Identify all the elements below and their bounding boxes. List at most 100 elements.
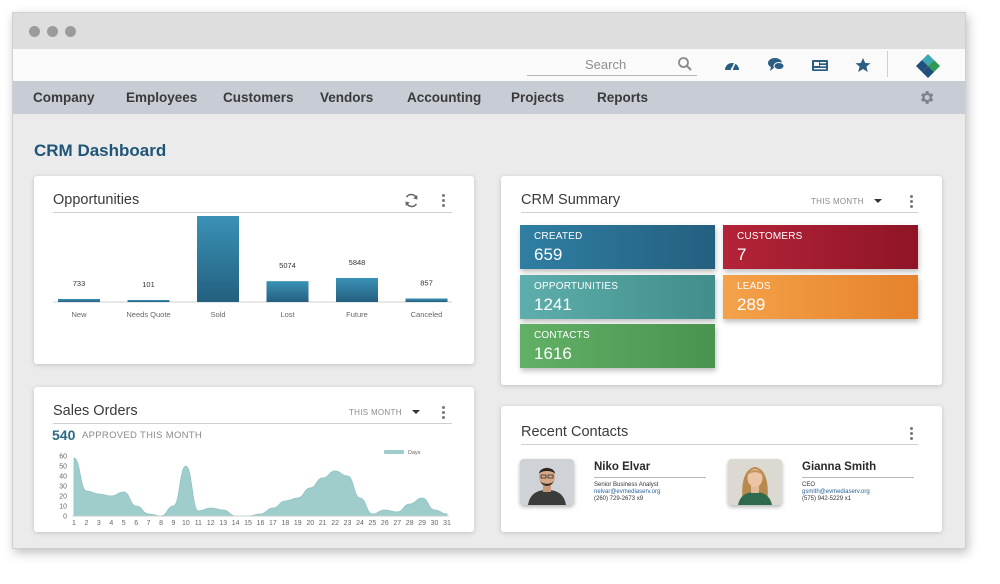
- x-tick-label: 21: [319, 520, 327, 527]
- crm-summary-period-label: THIS MONTH: [811, 197, 864, 206]
- title-bar: [13, 13, 965, 49]
- summary-tile-value: 289: [737, 295, 766, 314]
- nav-customers[interactable]: Customers: [223, 90, 294, 105]
- summary-tile-contacts[interactable]: CONTACTS 1616: [520, 324, 715, 368]
- x-tick-label: 2: [84, 520, 88, 527]
- opportunities-divider: [53, 212, 452, 213]
- bar-value-label: 5074: [279, 261, 296, 270]
- chart-bar[interactable]: [197, 216, 239, 302]
- main-nav: Company Employees Customers Vendors Acco…: [13, 81, 965, 114]
- chart-bar[interactable]: [266, 281, 309, 302]
- search-icon[interactable]: [677, 56, 693, 72]
- x-tick-label: Future: [346, 310, 368, 319]
- contact-name[interactable]: Gianna Smith: [802, 461, 876, 473]
- gear-icon[interactable]: [918, 89, 935, 106]
- opportunities-menu-button[interactable]: [442, 194, 446, 209]
- x-tick-label: 22: [331, 520, 339, 527]
- chart-bar[interactable]: [127, 300, 170, 302]
- newspaper-icon[interactable]: [811, 57, 829, 73]
- contact-avatar[interactable]: [728, 459, 782, 505]
- crm-summary-menu-button[interactable]: [910, 195, 914, 210]
- x-tick-label: 11: [195, 520, 202, 527]
- x-tick-label: 15: [244, 520, 252, 527]
- x-tick-label: 27: [393, 520, 401, 527]
- x-tick-label: 19: [294, 520, 302, 527]
- page-title: CRM Dashboard: [34, 141, 167, 160]
- x-tick-label: 17: [269, 520, 277, 527]
- sales-orders-period-label: THIS MONTH: [349, 408, 402, 417]
- x-tick-label: 9: [172, 520, 176, 527]
- summary-tile-label: CREATED: [534, 231, 583, 242]
- sales-area-series: [73, 457, 448, 517]
- sales-orders-menu-button[interactable]: [442, 406, 446, 421]
- nav-projects[interactable]: Projects: [511, 90, 564, 105]
- chart-bar[interactable]: [405, 298, 448, 302]
- chart-bar[interactable]: [336, 277, 378, 302]
- contact-email-link[interactable]: gsmith@evmediaserv.org: [802, 489, 870, 495]
- summary-tile-value: 7: [737, 245, 747, 264]
- recent-contacts-card: Recent Contacts Niko Elvar Senior Busine…: [501, 406, 942, 532]
- chevron-down-icon: [411, 410, 420, 414]
- bar-value-label: 857: [420, 278, 433, 287]
- company-logo-icon[interactable]: [915, 53, 941, 79]
- bar-value-label: 101: [142, 280, 155, 289]
- sales-orders-period-dropdown[interactable]: THIS MONTH: [349, 408, 420, 417]
- nav-employees[interactable]: Employees: [126, 90, 197, 105]
- chat-icon[interactable]: [767, 57, 785, 73]
- star-icon[interactable]: [854, 57, 872, 73]
- x-tick-label: 20: [306, 520, 314, 527]
- nav-company[interactable]: Company: [33, 90, 95, 105]
- chart-bar[interactable]: [58, 298, 100, 302]
- x-tick-label: 10: [182, 520, 190, 527]
- y-tick-label: 20: [59, 494, 67, 501]
- recent-contacts-divider: [521, 444, 918, 445]
- app-window: Search Company Employees Customers Vendo…: [12, 12, 966, 549]
- nav-vendors[interactable]: Vendors: [320, 90, 373, 105]
- y-tick-label: 50: [59, 464, 67, 471]
- summary-tile-customers[interactable]: CUSTOMERS 7: [723, 225, 918, 269]
- crm-summary-period-dropdown[interactable]: THIS MONTH: [811, 197, 882, 206]
- summary-tile-created[interactable]: CREATED 659: [520, 225, 715, 269]
- sales-orders-title: Sales Orders: [53, 403, 138, 419]
- x-tick-label: 31: [443, 520, 451, 527]
- x-tick-label: 7: [147, 520, 151, 527]
- x-tick-label: Sold: [210, 310, 225, 319]
- summary-tile-leads[interactable]: LEADS 289: [723, 275, 918, 319]
- contact-divider: [594, 477, 706, 478]
- x-tick-label: 13: [219, 520, 227, 527]
- summary-tile-label: CONTACTS: [534, 330, 590, 341]
- y-tick-label: 40: [59, 474, 67, 481]
- crm-summary-title: CRM Summary: [521, 192, 621, 208]
- x-tick-label: 3: [97, 520, 101, 527]
- x-tick-label: 14: [232, 520, 240, 527]
- nav-reports[interactable]: Reports: [597, 90, 648, 105]
- sales-orders-chart: 01020304050601 2 3 4 5 6 7 8 9 10 11 12 13 14 15 16 17 18…: [59, 450, 451, 527]
- x-tick-label: 18: [281, 520, 289, 527]
- x-tick-label: 16: [257, 520, 265, 527]
- nav-accounting[interactable]: Accounting: [407, 90, 481, 105]
- toolbar-divider: [887, 51, 888, 77]
- refresh-icon[interactable]: [403, 192, 420, 209]
- contact-email-link[interactable]: nelvar@evmediaserv.org: [594, 489, 660, 495]
- sales-orders-divider: [53, 423, 452, 424]
- recent-contacts-menu-button[interactable]: [910, 427, 914, 442]
- contact-phone: (260) 729-2673 x9: [594, 496, 644, 502]
- dashboard-icon[interactable]: [723, 57, 741, 73]
- summary-tile-opportunities[interactable]: OPPORTUNITIES 1241: [520, 275, 715, 319]
- contact-avatar[interactable]: [520, 459, 574, 505]
- search-field[interactable]: Search: [527, 53, 697, 76]
- sales-orders-card: Sales Orders THIS MONTH 540 APPROVED THI…: [34, 387, 474, 532]
- x-tick-label: 8: [159, 520, 163, 527]
- window-minimize-dot[interactable]: [47, 26, 58, 37]
- search-placeholder: Search: [585, 57, 627, 72]
- x-tick-label: 30: [431, 520, 439, 527]
- window-maximize-dot[interactable]: [65, 26, 76, 37]
- crm-summary-card: CRM Summary THIS MONTH CREATED 659 CUSTO…: [501, 176, 942, 385]
- contact-divider: [802, 477, 914, 478]
- contact-name[interactable]: Niko Elvar: [594, 461, 650, 473]
- x-tick-label: 28: [406, 520, 414, 527]
- x-tick-label: 6: [134, 520, 138, 527]
- window-close-dot[interactable]: [29, 26, 40, 37]
- x-tick-label: Lost: [280, 310, 295, 319]
- contact-role: CEO: [802, 482, 816, 488]
